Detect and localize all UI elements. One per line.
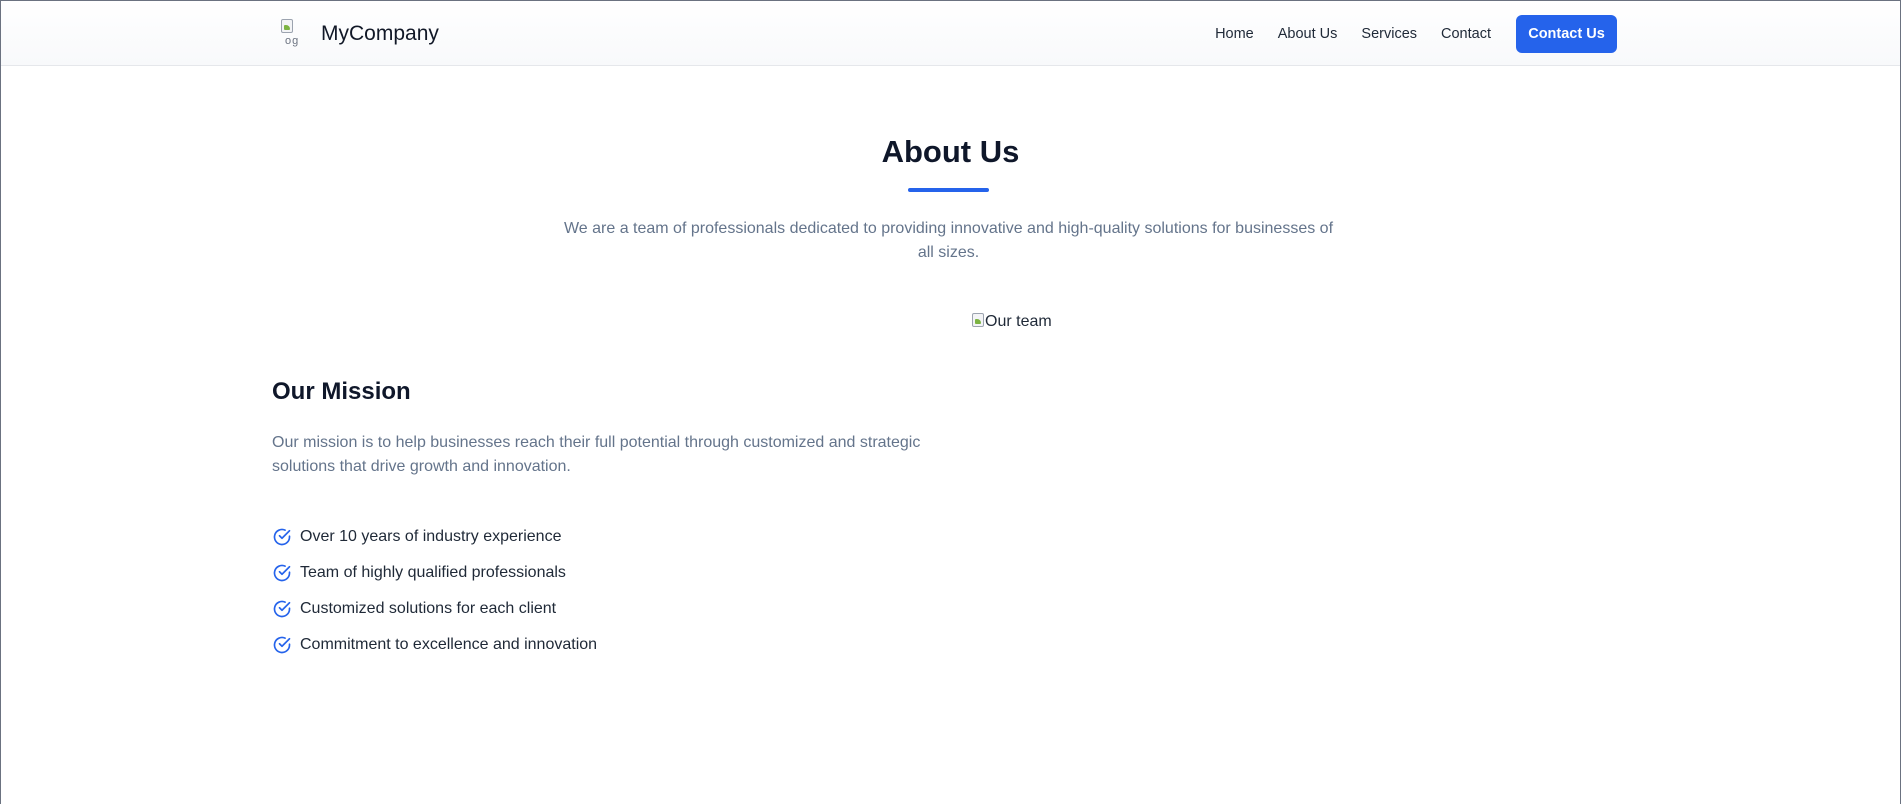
- team-image-alt-text: Our team: [985, 313, 1052, 330]
- nav-link-services[interactable]: Services: [1361, 15, 1417, 53]
- section-title: About Us: [881, 134, 1020, 169]
- contact-us-button[interactable]: Contact Us: [1516, 15, 1617, 53]
- nav-link-home[interactable]: Home: [1215, 15, 1254, 53]
- nav-link-contact[interactable]: Contact: [1441, 15, 1491, 53]
- main-nav: Home About Us Services Contact Contact U…: [1215, 15, 1617, 53]
- nav-link-about-us[interactable]: About Us: [1278, 15, 1338, 53]
- feature-list: Over 10 years of industry experience Tea…: [272, 519, 597, 663]
- broken-image-icon: [972, 313, 984, 327]
- logo-image[interactable]: og: [279, 17, 309, 51]
- logo-alt-text: og: [285, 35, 300, 47]
- check-circle-icon: [273, 600, 291, 618]
- broken-image-icon: [281, 19, 293, 33]
- check-circle-icon: [273, 564, 291, 582]
- mission-title: Our Mission: [272, 378, 411, 405]
- page: og MyCompany Home About Us Services Cont…: [0, 0, 1901, 804]
- feature-item: Customized solutions for each client: [272, 591, 597, 627]
- title-underline: [908, 188, 989, 192]
- feature-item: Commitment to excellence and innovation: [272, 627, 597, 663]
- site-header: og MyCompany Home About Us Services Cont…: [1, 1, 1900, 66]
- check-circle-icon: [273, 636, 291, 654]
- check-circle-icon: [273, 528, 291, 546]
- feature-text: Customized solutions for each client: [300, 600, 557, 617]
- about-description: We are a team of professionals dedicated…: [563, 220, 1334, 261]
- feature-text: Over 10 years of industry experience: [300, 528, 562, 545]
- feature-text: Commitment to excellence and innovation: [300, 636, 598, 653]
- feature-item: Team of highly qualified professionals: [272, 555, 597, 591]
- feature-text: Team of highly qualified professionals: [300, 564, 566, 581]
- brand-name[interactable]: MyCompany: [321, 22, 439, 46]
- brand[interactable]: og MyCompany: [279, 17, 439, 51]
- team-image: Our team: [972, 313, 1052, 331]
- feature-item: Over 10 years of industry experience: [272, 519, 597, 555]
- mission-text: Our mission is to help businesses reach …: [272, 434, 921, 475]
